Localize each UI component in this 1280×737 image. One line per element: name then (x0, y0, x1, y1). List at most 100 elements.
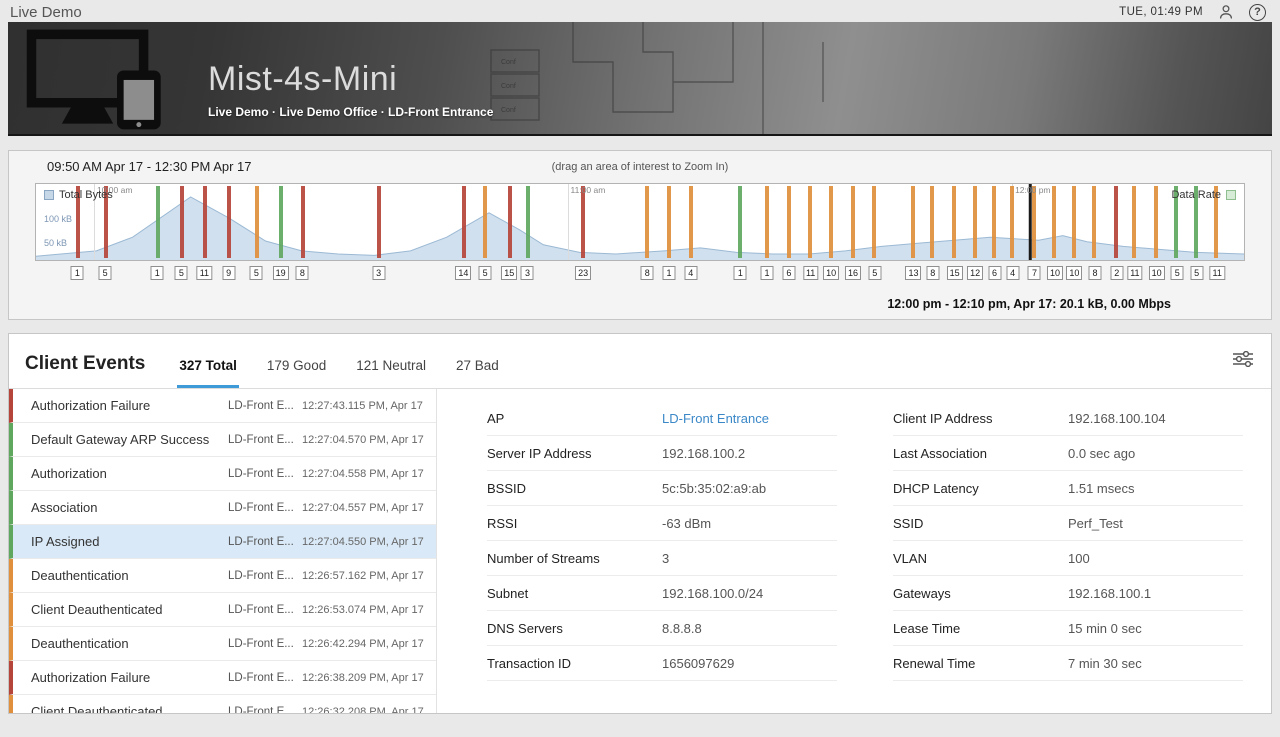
event-count-box[interactable]: 10 (823, 266, 839, 280)
device-icon (22, 26, 174, 136)
event-count-box[interactable]: 9 (222, 266, 235, 280)
event-count-box[interactable]: 5 (175, 266, 188, 280)
event-count-box[interactable]: 1 (71, 266, 84, 280)
event-row[interactable]: Default Gateway ARP SuccessLD-Front E...… (9, 423, 436, 457)
help-icon[interactable]: ? (1249, 4, 1266, 21)
event-marker[interactable] (581, 186, 585, 258)
event-marker[interactable] (1010, 186, 1014, 258)
event-marker[interactable] (992, 186, 996, 258)
event-count-box[interactable]: 6 (988, 266, 1001, 280)
event-count-box[interactable]: 8 (926, 266, 939, 280)
event-marker[interactable] (1154, 186, 1158, 258)
event-count-box[interactable]: 3 (372, 266, 385, 280)
event-marker[interactable] (808, 186, 812, 258)
event-marker[interactable] (829, 186, 833, 258)
event-marker[interactable] (377, 186, 381, 258)
event-marker[interactable] (738, 186, 742, 258)
event-row[interactable]: Authorization FailureLD-Front E...12:26:… (9, 661, 436, 695)
data-rate-legend: Data Rate (1171, 189, 1236, 201)
event-marker[interactable] (1114, 186, 1118, 258)
event-marker[interactable] (1032, 186, 1036, 258)
detail-value-link[interactable]: LD-Front Entrance (662, 411, 769, 426)
event-count-box[interactable]: 8 (1088, 266, 1101, 280)
event-count-box[interactable]: 11 (803, 266, 818, 280)
event-marker[interactable] (483, 186, 487, 258)
event-row[interactable]: Authorization FailureLD-Front E...12:27:… (9, 389, 436, 423)
traffic-timeline-chart[interactable]: Total Bytes Data Rate 100 kB 50 kB 10:00… (35, 183, 1245, 261)
event-row[interactable]: Client DeauthenticatedLD-Front E...12:26… (9, 593, 436, 627)
event-count-box[interactable]: 1 (151, 266, 164, 280)
event-row[interactable]: AuthorizationLD-Front E...12:27:04.558 P… (9, 457, 436, 491)
event-marker[interactable] (787, 186, 791, 258)
event-marker[interactable] (227, 186, 231, 258)
event-count-box[interactable]: 5 (1171, 266, 1184, 280)
event-marker[interactable] (645, 186, 649, 258)
event-count-box[interactable]: 10 (1149, 266, 1165, 280)
event-count-box[interactable]: 8 (641, 266, 654, 280)
event-row[interactable]: Client DeauthenticatedLD-Front E...12:26… (9, 695, 436, 714)
event-count-box[interactable]: 11 (197, 266, 212, 280)
event-count-box[interactable]: 5 (1190, 266, 1203, 280)
event-marker[interactable] (1132, 186, 1136, 258)
event-marker[interactable] (255, 186, 259, 258)
tab-179-good[interactable]: 179 Good (265, 358, 328, 388)
event-marker[interactable] (765, 186, 769, 258)
event-count-box[interactable]: 11 (1127, 266, 1142, 280)
event-marker[interactable] (667, 186, 671, 258)
event-marker[interactable] (689, 186, 693, 258)
selection-line[interactable] (1029, 184, 1032, 260)
event-marker[interactable] (180, 186, 184, 258)
user-icon[interactable] (1217, 3, 1235, 21)
event-marker[interactable] (952, 186, 956, 258)
event-count-box[interactable]: 5 (479, 266, 492, 280)
event-count-box[interactable]: 5 (868, 266, 881, 280)
event-count-box[interactable]: 16 (845, 266, 861, 280)
event-count-box[interactable]: 12 (967, 266, 983, 280)
event-marker[interactable] (1052, 186, 1056, 258)
event-marker[interactable] (279, 186, 283, 258)
event-row[interactable]: DeauthenticationLD-Front E...12:26:57.16… (9, 559, 436, 593)
tab-27-bad[interactable]: 27 Bad (454, 358, 501, 388)
tab-121-neutral[interactable]: 121 Neutral (354, 358, 428, 388)
event-marker[interactable] (872, 186, 876, 258)
event-row[interactable]: AssociationLD-Front E...12:27:04.557 PM,… (9, 491, 436, 525)
tab-327-total[interactable]: 327 Total (177, 358, 239, 388)
event-marker[interactable] (301, 186, 305, 258)
event-marker[interactable] (462, 186, 466, 258)
event-count-box[interactable]: 10 (1047, 266, 1063, 280)
event-count-box[interactable]: 1 (734, 266, 747, 280)
event-count-box[interactable]: 4 (684, 266, 697, 280)
event-count-box[interactable]: 2 (1110, 266, 1123, 280)
event-marker[interactable] (203, 186, 207, 258)
event-count-box[interactable]: 4 (1006, 266, 1019, 280)
event-count-box[interactable]: 6 (782, 266, 795, 280)
event-count-box[interactable]: 15 (947, 266, 963, 280)
event-timestamp: 12:26:42.294 PM, Apr 17 (302, 638, 430, 650)
event-count-box[interactable]: 3 (521, 266, 534, 280)
event-marker[interactable] (930, 186, 934, 258)
event-count-box[interactable]: 14 (455, 266, 471, 280)
event-marker[interactable] (1072, 186, 1076, 258)
event-count-box[interactable]: 1 (663, 266, 676, 280)
event-marker[interactable] (911, 186, 915, 258)
event-marker[interactable] (508, 186, 512, 258)
event-count-box[interactable]: 19 (273, 266, 289, 280)
event-count-box[interactable]: 15 (501, 266, 517, 280)
event-count-box[interactable]: 5 (99, 266, 112, 280)
event-count-box[interactable]: 1 (761, 266, 774, 280)
event-count-box[interactable]: 11 (1209, 266, 1224, 280)
event-count-box[interactable]: 5 (250, 266, 263, 280)
event-count-box[interactable]: 7 (1028, 266, 1041, 280)
event-marker[interactable] (1092, 186, 1096, 258)
event-count-box[interactable]: 23 (575, 266, 591, 280)
event-marker[interactable] (851, 186, 855, 258)
event-count-box[interactable]: 13 (905, 266, 921, 280)
event-count-box[interactable]: 10 (1066, 266, 1082, 280)
event-marker[interactable] (973, 186, 977, 258)
filter-icon[interactable] (1233, 351, 1253, 388)
event-row[interactable]: IP AssignedLD-Front E...12:27:04.550 PM,… (9, 525, 436, 559)
event-marker[interactable] (156, 186, 160, 258)
event-marker[interactable] (526, 186, 530, 258)
event-row[interactable]: DeauthenticationLD-Front E...12:26:42.29… (9, 627, 436, 661)
event-count-box[interactable]: 8 (296, 266, 309, 280)
